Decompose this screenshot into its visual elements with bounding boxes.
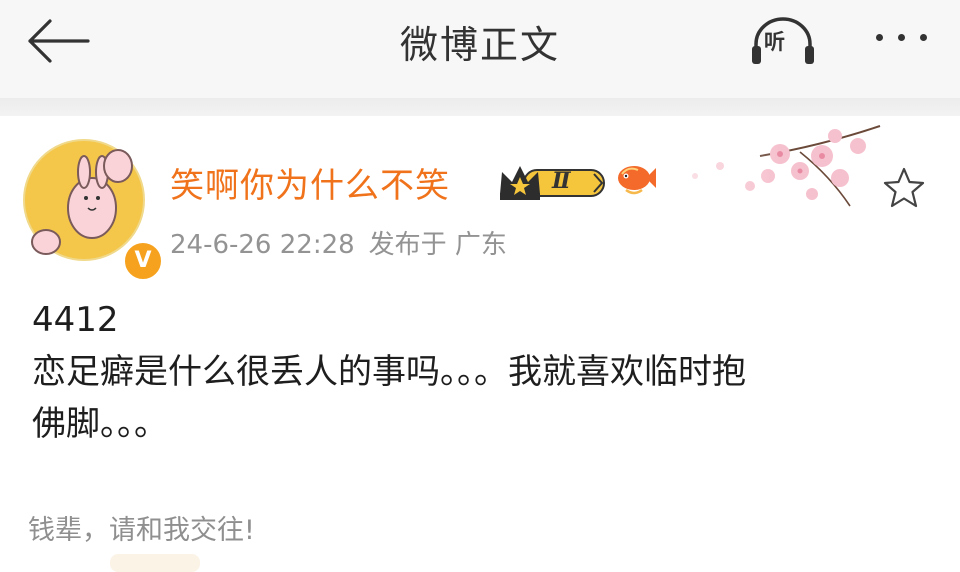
fish-icon (618, 166, 656, 195)
image-caption: 钱辈，请和我交往! (28, 515, 255, 546)
post-body: 4412 恋足癖是什么很丢人的事吗。。。我就喜欢临时抱 佛脚。。。 (32, 294, 932, 450)
verified-badge: V (122, 240, 164, 282)
avatar[interactable]: V (22, 138, 164, 282)
listen-label: 听 (764, 30, 785, 54)
crown-badge-icon[interactable]: Ⅱ (498, 160, 608, 202)
badge-level: Ⅱ (552, 168, 571, 194)
post-line: 佛脚。。。 (32, 404, 168, 444)
image-preview-edge (110, 554, 200, 572)
star-icon[interactable] (882, 166, 926, 210)
post-time: 24-6-26 22:28 (170, 230, 355, 260)
post-location: 发布于 广东 (368, 230, 507, 260)
post-card: V 笑啊你为什么不笑 Ⅱ 24-6-26 22:28 发布于 广东 4412 恋足… (0, 116, 960, 572)
listen-button[interactable]: 听 (748, 16, 818, 68)
section-divider (0, 98, 960, 116)
post-line: 4412 (32, 300, 119, 340)
post-line: 恋足癖是什么很丢人的事吗。。。我就喜欢临时抱 (32, 352, 746, 392)
post-meta: 24-6-26 22:28 发布于 广东 (170, 224, 507, 261)
more-dots-icon[interactable] (872, 28, 934, 48)
top-bar: 微博正文 听 (0, 0, 960, 98)
username[interactable]: 笑啊你为什么不笑 (170, 158, 450, 207)
